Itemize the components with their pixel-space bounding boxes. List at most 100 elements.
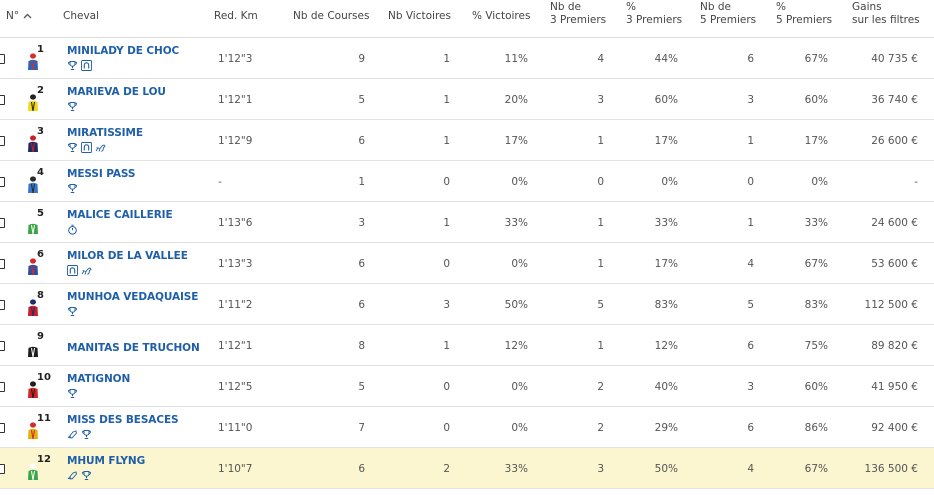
row-checkbox[interactable] [0, 464, 5, 474]
table-row[interactable]: 5 MALICE CAILLERIE 1'13"6 3 1 33% 1 33% 1 33% 24 6… [0, 202, 934, 243]
cell-red-km: 1'11"0 [218, 422, 253, 434]
horse-name-link[interactable]: MESSI PASS [67, 168, 135, 180]
cell-nb-3-premiers: 0 [597, 176, 604, 188]
runner-number: 2 [37, 85, 44, 96]
row-checkbox[interactable] [0, 423, 5, 433]
cell-pct-victoires: 0% [511, 258, 528, 270]
cell-red-km: - [218, 176, 222, 188]
col-header-nb-5-premiers[interactable]: Nb de 5 Premiers [700, 1, 756, 38]
horse-name-link[interactable]: MIRATISSIME [67, 127, 143, 139]
runner-number: 12 [37, 454, 51, 465]
row-checkbox[interactable] [0, 300, 5, 310]
cell-pct-3-premiers: 29% [654, 422, 678, 434]
cell-nb-3-premiers: 1 [597, 217, 604, 229]
col-header-pct-5-premiers[interactable]: % 5 Premiers [776, 1, 832, 38]
cell-nb-3-premiers: 3 [597, 94, 604, 106]
jockey-silk-icon [26, 258, 40, 276]
table-row[interactable]: 12 MHUM FLYNG 1'10"7 6 2 33% 3 50% 4 67% 136 500 € [0, 448, 934, 489]
trophy-icon [81, 429, 92, 440]
col-header-pct-3-premiers[interactable]: % 3 Premiers [626, 1, 682, 38]
runner-number: 9 [37, 331, 44, 342]
horse-badges [67, 101, 78, 112]
cell-gains: 26 600 € [871, 135, 918, 147]
jockey-silk-icon [26, 135, 40, 153]
col-header-line: 5 Premiers [776, 14, 833, 26]
cell-pct-3-premiers: 50% [654, 463, 678, 475]
horse-name-link[interactable]: MALICE CAILLERIE [67, 209, 173, 221]
cell-nb-courses: 5 [358, 94, 365, 106]
col-header-nb-3-premiers[interactable]: Nb de 3 Premiers [550, 1, 606, 38]
horse-icon [81, 265, 92, 276]
table-row[interactable]: 1 MINILADY DE CHOC 1'12"3 9 1 11% 4 44% 6 67% 40 7… [0, 38, 934, 79]
cell-pct-victoires: 17% [504, 135, 528, 147]
cell-pct-5-premiers: 67% [804, 53, 828, 65]
runner-number: 3 [37, 126, 44, 137]
cell-nb-3-premiers: 1 [597, 258, 604, 270]
cell-nb-victoires: 1 [443, 94, 450, 106]
table-row[interactable]: 2 MARIEVA DE LOU 1'12"1 5 1 20% 3 60% 3 60% 36 740… [0, 79, 934, 120]
cell-nb-courses: 5 [358, 381, 365, 393]
row-checkbox[interactable] [0, 341, 5, 351]
cell-nb-victoires: 0 [443, 422, 450, 434]
horse-badges [67, 142, 106, 153]
row-checkbox[interactable] [0, 54, 5, 64]
cell-red-km: 1'12"3 [218, 53, 253, 65]
col-header-gains[interactable]: Gains sur les filtres [852, 1, 920, 38]
table-row[interactable]: 6 MILOR DE LA VALLEE 1'13"3 6 0 0% 1 17% 4 67% 53 … [0, 243, 934, 284]
cell-red-km: 1'11"2 [218, 299, 253, 311]
cell-nb-5-premiers: 4 [747, 258, 754, 270]
cell-pct-5-premiers: 60% [804, 94, 828, 106]
cell-pct-victoires: 33% [504, 217, 528, 229]
shoe-icon [67, 470, 78, 481]
runners-table: N° Cheval Red. Km Nb de Courses Nb Victo… [0, 0, 934, 489]
chevron-up-icon[interactable] [23, 9, 32, 22]
cell-pct-victoires: 50% [504, 299, 528, 311]
horseshoe-icon [81, 60, 92, 71]
row-checkbox[interactable] [0, 382, 5, 392]
row-checkbox[interactable] [0, 136, 5, 146]
jockey-silk-icon [26, 381, 40, 399]
table-header: N° Cheval Red. Km Nb de Courses Nb Victo… [0, 0, 934, 38]
table-row[interactable]: 8 MUNHOA VEDAQUAISE 1'11"2 6 3 50% 5 83% 5 83% 112… [0, 284, 934, 325]
jockey-silk-icon [26, 299, 40, 317]
cell-pct-3-premiers: 44% [654, 53, 678, 65]
runner-number: 6 [37, 249, 44, 260]
cell-nb-courses: 6 [358, 463, 365, 475]
cell-pct-victoires: 12% [504, 340, 528, 352]
cell-nb-5-premiers: 1 [747, 217, 754, 229]
cell-nb-3-premiers: 5 [597, 299, 604, 311]
jockey-silk-icon [26, 340, 40, 358]
row-checkbox[interactable] [0, 259, 5, 269]
cell-red-km: 1'12"1 [218, 340, 253, 352]
runner-number: 8 [37, 290, 44, 301]
cell-pct-5-premiers: 67% [804, 463, 828, 475]
cell-pct-victoires: 0% [511, 176, 528, 188]
cell-pct-5-premiers: 83% [804, 299, 828, 311]
table-row[interactable]: 10 MATIGNON 1'12"5 5 0 0% 2 40% 3 60% 41 950 € [0, 366, 934, 407]
horse-badges [67, 265, 92, 276]
table-row[interactable]: 3 MIRATISSIME 1'12"9 6 1 17% 1 17% 1 17% 26 600 € [0, 120, 934, 161]
horse-name-link[interactable]: MATIGNON [67, 373, 130, 385]
trophy-icon [67, 388, 78, 399]
table-row[interactable]: 4 MESSI PASS - 1 0 0% 0 0% 0 0% - [0, 161, 934, 202]
trophy-icon [67, 142, 78, 153]
cell-pct-victoires: 20% [504, 94, 528, 106]
row-checkbox[interactable] [0, 218, 5, 228]
horse-name-link[interactable]: MHUM FLYNG [67, 455, 145, 467]
horse-name-link[interactable]: MILOR DE LA VALLEE [67, 250, 188, 262]
jockey-silk-icon [26, 53, 40, 71]
cell-nb-3-premiers: 1 [597, 135, 604, 147]
row-checkbox[interactable] [0, 177, 5, 187]
table-row[interactable]: 11 MISS DES BESACES 1'11"0 7 0 0% 2 29% 6 86% 92 4… [0, 407, 934, 448]
horse-name-link[interactable]: MUNHOA VEDAQUAISE [67, 291, 198, 303]
cell-gains: 92 400 € [871, 422, 918, 434]
cell-pct-victoires: 11% [504, 53, 528, 65]
horse-name-link[interactable]: MINILADY DE CHOC [67, 45, 179, 57]
row-checkbox[interactable] [0, 95, 5, 105]
horse-name-link[interactable]: MISS DES BESACES [67, 414, 179, 426]
table-row[interactable]: 9 MANITAS DE TRUCHON 1'12"1 8 1 12% 1 12% 6 75% 89… [0, 325, 934, 366]
horse-name-link[interactable]: MARIEVA DE LOU [67, 86, 166, 98]
horse-name-link[interactable]: MANITAS DE TRUCHON [67, 342, 200, 354]
jockey-silk-icon [26, 176, 40, 194]
horse-badges [67, 306, 78, 317]
